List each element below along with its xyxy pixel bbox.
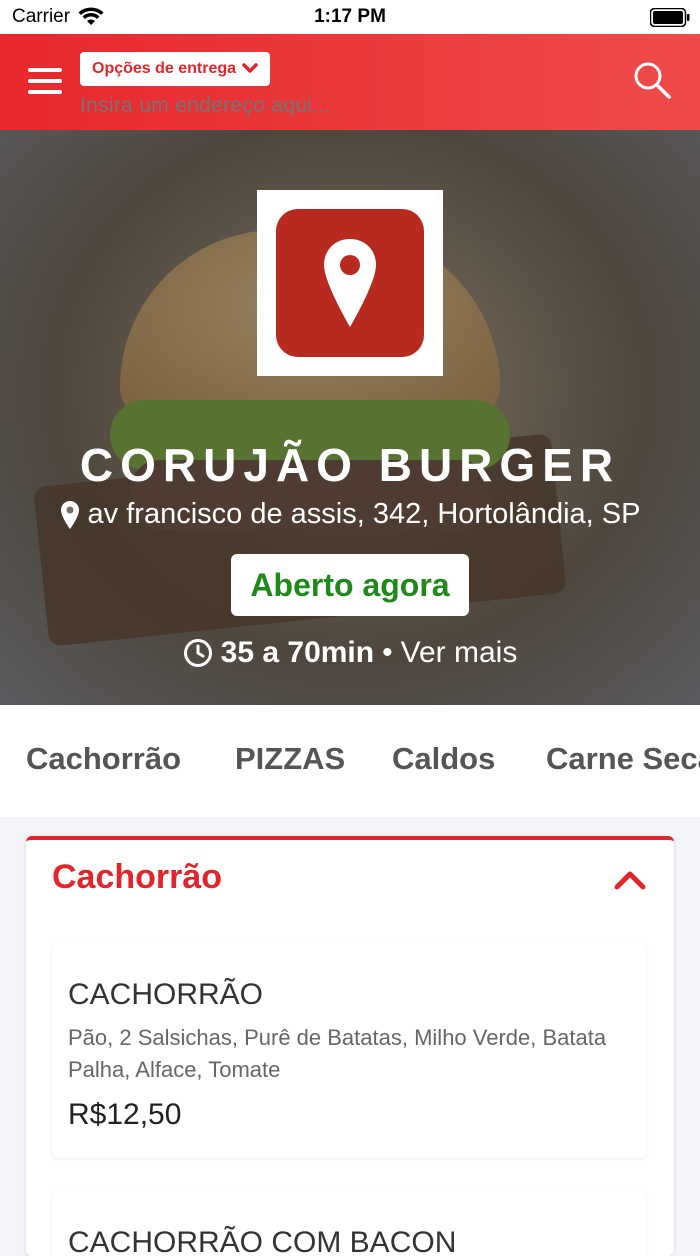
- chevron-up-icon[interactable]: [612, 862, 648, 898]
- restaurant-hero: CORUJÃO BURGER av francisco de assis, 34…: [0, 130, 700, 705]
- separator-dot: •: [382, 636, 393, 669]
- tab-caldos[interactable]: Caldos: [392, 741, 495, 777]
- category-tabs: Cachorrão PIZZAS Caldos Carne Seca: [0, 705, 700, 817]
- see-more-link[interactable]: Ver mais: [401, 636, 518, 670]
- address-input[interactable]: [80, 92, 500, 120]
- delivery-options-button[interactable]: Opções de entrega: [80, 52, 271, 86]
- map-pin-icon: [324, 239, 376, 327]
- logo-badge: [276, 209, 424, 357]
- restaurant-name: CORUJÃO BURGER: [79, 439, 621, 491]
- menu-item-name: CACHORRÃO COM BACON: [68, 1226, 457, 1256]
- menu-item-description: Pão, 2 Salsichas, Purê de Batatas, Milho…: [68, 1025, 607, 1082]
- restaurant-logo: [257, 190, 443, 376]
- tab-cachorrao[interactable]: Cachorrão: [26, 741, 181, 777]
- status-bar: Carrier 1:17 PM: [0, 0, 700, 34]
- tab-pizzas[interactable]: PIZZAS: [235, 741, 345, 777]
- clock-icon: [183, 639, 212, 667]
- hamburger-menu-icon[interactable]: [28, 68, 62, 96]
- menu-item[interactable]: CACHORRÃO COM BACON: [52, 1190, 646, 1256]
- menu-section-cachorrao: Cachorrão CACHORRÃO Pão, 2 Salsichas, Pu…: [26, 836, 674, 1256]
- app-header: Opções de entrega: [0, 34, 700, 130]
- menu-item[interactable]: CACHORRÃO Pão, 2 Salsichas, Purê de Bata…: [52, 942, 646, 1158]
- delivery-time-row: 35 a 70min • Ver mais: [0, 636, 700, 670]
- chevron-down-icon: [242, 63, 258, 73]
- restaurant-address-text: av francisco de assis, 342, Hortolândia,…: [87, 498, 641, 530]
- search-icon[interactable]: [632, 60, 672, 100]
- restaurant-address: av francisco de assis, 342, Hortolândia,…: [0, 498, 700, 531]
- delivery-options-label: Opções de entrega: [92, 60, 237, 77]
- menu-item-price: R$12,50: [68, 1098, 182, 1131]
- clock: 1:17 PM: [314, 6, 386, 27]
- tab-carne-seca[interactable]: Carne Seca: [546, 741, 700, 777]
- menu-item-name: CACHORRÃO: [68, 978, 264, 1011]
- location-pin-icon: [60, 500, 79, 529]
- section-title: Cachorrão: [52, 858, 223, 896]
- battery-icon: [650, 8, 690, 27]
- delivery-time-text: 35 a 70min: [220, 636, 375, 669]
- open-status-badge: Aberto agora: [231, 554, 469, 616]
